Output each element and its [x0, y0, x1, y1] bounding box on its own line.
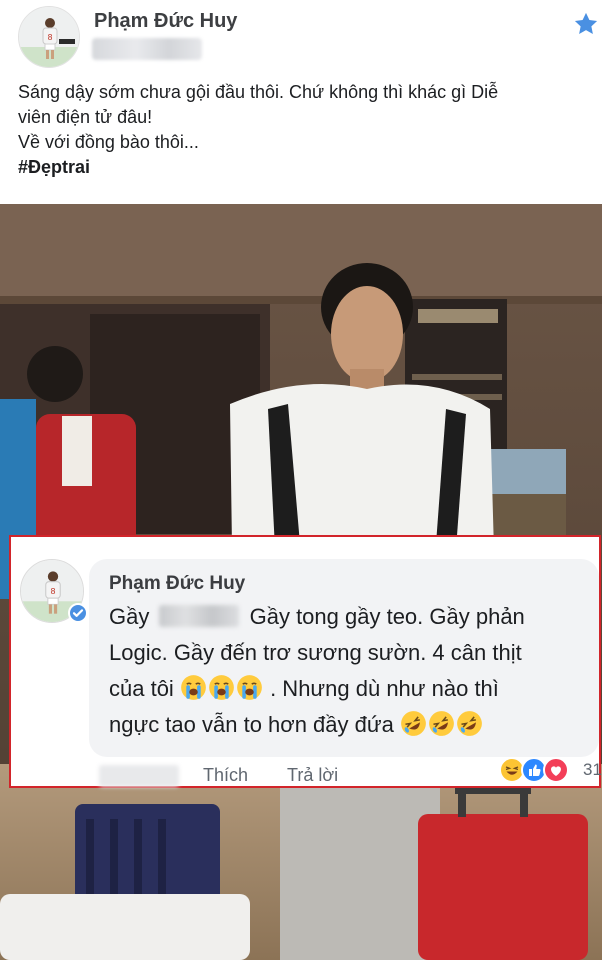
star-icon[interactable]	[572, 10, 600, 38]
rolling-on-floor-laughing-emoji	[456, 710, 483, 737]
comment-text: Gầy Gầy tong gầy teo. Gầy phản Logic. Gầ…	[109, 599, 599, 743]
comment-text-fragment: của tôi	[109, 676, 174, 701]
avatar-image: 8	[19, 7, 79, 67]
loudly-crying-face-emoji	[180, 674, 207, 701]
comment-text-fragment: Gầy	[109, 604, 150, 629]
comment-text-fragment: Logic. Gầy đến trơ sương sườn. 4 cân thị…	[109, 640, 522, 665]
rolling-on-floor-laughing-emoji	[400, 710, 427, 737]
post-text-line: Sáng dậy sớm chưa gội đầu thôi. Chứ khôn…	[18, 82, 499, 102]
blurred-timestamp	[92, 38, 202, 60]
post-text: Sáng dậy sớm chưa gội đầu thôi. Chứ khôn…	[18, 80, 602, 180]
svg-text:8: 8	[50, 586, 55, 596]
verified-check-icon	[68, 603, 88, 623]
rolling-on-floor-laughing-emoji	[428, 710, 455, 737]
comment-text-fragment: Gầy tong gầy teo. Gầy phản	[249, 604, 525, 629]
highlighted-comment: 8 Phạm Đức Huy Gầy Gầy tong gầy teo. Gầy…	[9, 535, 602, 788]
comment-author-name[interactable]: Phạm Đức Huy	[109, 573, 245, 595]
comment-text-fragment: . Nhưng dù như nào thì	[270, 676, 499, 701]
author-name[interactable]: Phạm Đức Huy	[94, 10, 237, 33]
post-text-line: Về với đồng bào thôi...	[18, 132, 199, 152]
hashtag-link[interactable]: #Đẹptrai	[18, 157, 90, 177]
blurred-timestamp	[99, 765, 179, 787]
redacted-text	[159, 605, 240, 627]
loudly-crying-face-emoji	[236, 674, 263, 701]
like-comment-button[interactable]: Thích	[203, 765, 248, 786]
post-text-line: viên điện tử đâu!	[18, 107, 153, 127]
loudly-crying-face-emoji	[208, 674, 235, 701]
reaction-count: 31	[583, 760, 602, 779]
comment-text-fragment: ngực tao vẫn to hơn đầy đứa	[109, 712, 394, 737]
reply-comment-button[interactable]: Trả lời	[287, 765, 338, 786]
post-header: 8 Phạm Đức Huy	[0, 0, 602, 70]
author-avatar[interactable]: 8	[18, 6, 80, 68]
svg-text:8: 8	[47, 33, 52, 42]
comment-bubble: Phạm Đức Huy Gầy Gầy tong gầy teo. Gầy p…	[89, 559, 599, 757]
reactions-summary[interactable]: 31	[499, 757, 602, 785]
love-reaction-icon	[543, 757, 569, 783]
